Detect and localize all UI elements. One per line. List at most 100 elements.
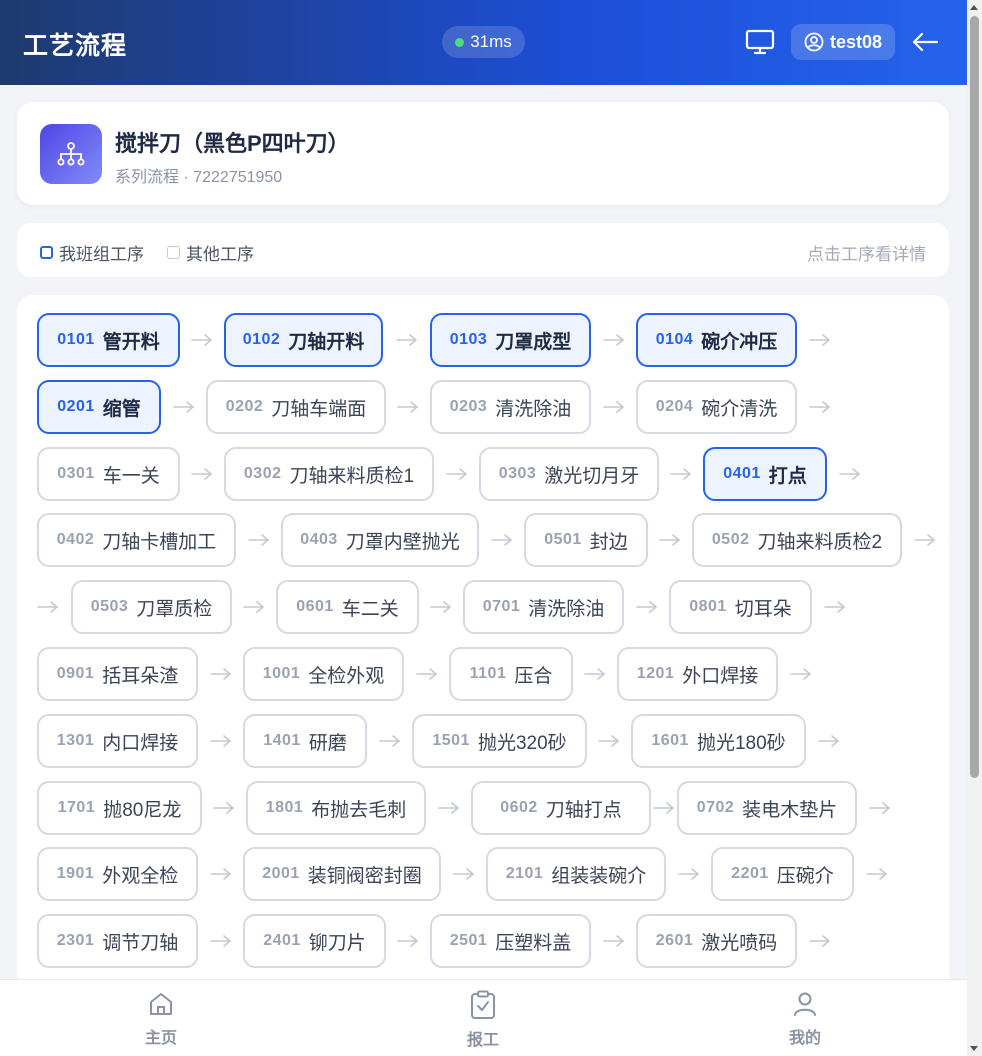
flow-arrow-icon — [824, 600, 846, 614]
process-step-1801[interactable]: 1801 布抛去毛刺 — [246, 781, 426, 835]
process-step-0501[interactable]: 0501 封边 — [524, 513, 648, 567]
flow-arrow-icon — [379, 734, 401, 748]
process-step-0204[interactable]: 0204 碗介清洗 — [636, 380, 797, 434]
step-name: 抛光180砂 — [696, 732, 786, 754]
user-circle-icon — [804, 32, 824, 52]
process-step-1301[interactable]: 1301 内口焊接 — [37, 714, 198, 768]
scrollbar[interactable] — [967, 0, 982, 1056]
flow-arrow-icon — [659, 533, 681, 547]
scroll-up-arrow[interactable] — [970, 5, 978, 10]
legend-mine-label: 我班组工序 — [59, 245, 144, 264]
step-code: 1601 — [651, 732, 689, 749]
flow-arrow-icon — [173, 400, 195, 414]
process-step-1901[interactable]: 1901 外观全检 — [37, 847, 198, 901]
process-step-0702[interactable]: 0702 装电木垫片 — [677, 781, 857, 835]
flow-arrow-icon — [603, 934, 625, 948]
process-step-2501[interactable]: 2501 压塑料盖 — [430, 914, 591, 968]
process-step-0202[interactable]: 0202 刀轴车端面 — [206, 380, 386, 434]
step-name: 刀轴开料 — [288, 331, 365, 353]
step-name: 组装装碗介 — [551, 865, 647, 887]
step-name: 管开料 — [102, 331, 160, 353]
process-step-0101[interactable]: 0101 管开料 — [37, 313, 180, 367]
process-step-0103[interactable]: 0103 刀罩成型 — [430, 313, 591, 367]
process-step-0303[interactable]: 0303 激光切月牙 — [479, 447, 659, 501]
process-step-0502[interactable]: 0502 刀轴来料质检2 — [692, 513, 902, 567]
step-code: 2401 — [263, 932, 301, 949]
monitor-icon[interactable] — [745, 29, 775, 55]
step-name: 刀罩质检 — [136, 598, 213, 620]
process-step-0201[interactable]: 0201 缩管 — [37, 380, 161, 434]
process-step-0104[interactable]: 0104 碗介冲压 — [636, 313, 797, 367]
process-step-1101[interactable]: 1101 压合 — [449, 647, 573, 701]
step-name: 括耳朵渣 — [102, 665, 179, 687]
process-step-0402[interactable]: 0402 刀轴卡槽加工 — [37, 513, 236, 567]
process-step-1601[interactable]: 1601 抛光180砂 — [631, 714, 806, 768]
step-name: 车一关 — [102, 465, 160, 487]
flow-arrow-icon — [210, 667, 232, 681]
process-step-2301[interactable]: 2301 调节刀轴 — [37, 914, 198, 968]
step-name: 布抛去毛刺 — [311, 799, 407, 821]
legend-hint: 点击工序看详情 — [807, 245, 926, 264]
flow-arrow-icon — [790, 667, 812, 681]
step-code: 2001 — [262, 865, 300, 882]
flow-arrow-icon — [678, 867, 700, 881]
process-step-2401[interactable]: 2401 铆刀片 — [243, 914, 386, 968]
nav-home[interactable]: 主页 — [121, 990, 201, 1048]
process-step-0403[interactable]: 0403 刀罩内壁抛光 — [281, 513, 479, 567]
nav-mine[interactable]: 我的 — [765, 990, 845, 1048]
process-step-1501[interactable]: 1501 抛光320砂 — [412, 714, 587, 768]
process-step-1701[interactable]: 1701 抛80尼龙 — [37, 781, 202, 835]
step-code: 0102 — [242, 331, 281, 348]
back-arrow-icon[interactable] — [911, 30, 939, 54]
process-step-0302[interactable]: 0302 刀轴来料质检1 — [224, 447, 434, 501]
process-step-2201[interactable]: 2201 压碗介 — [711, 847, 854, 901]
process-step-0602[interactable]: 0602 刀轴打点 — [471, 781, 651, 835]
step-name: 抛80尼龙 — [103, 799, 182, 821]
nav-mine-label: 我的 — [788, 1030, 821, 1047]
step-code: 1901 — [56, 865, 95, 882]
process-step-1401[interactable]: 1401 研磨 — [243, 714, 367, 768]
step-code: 0501 — [544, 531, 582, 548]
scrollbar-thumb[interactable] — [970, 16, 979, 778]
legend-bar: 我班组工序 其他工序 点击工序看详情 — [17, 223, 949, 277]
home-icon — [150, 993, 172, 1015]
step-code: 0402 — [56, 531, 95, 548]
step-code: 1101 — [469, 665, 507, 682]
username: test08 — [829, 31, 883, 52]
process-step-0503[interactable]: 0503 刀罩质检 — [71, 580, 232, 634]
flow-arrow-icon — [213, 801, 235, 815]
process-step-0401[interactable]: 0401 打点 — [703, 447, 827, 501]
step-name: 研磨 — [308, 732, 347, 754]
process-step-0102[interactable]: 0102 刀轴开料 — [224, 313, 383, 367]
process-step-1001[interactable]: 1001 全检外观 — [243, 647, 404, 701]
process-step-0801[interactable]: 0801 切耳朵 — [669, 580, 812, 634]
process-step-0601[interactable]: 0601 车二关 — [276, 580, 419, 634]
step-name: 压塑料盖 — [495, 932, 572, 954]
flow-arrow-icon — [37, 600, 59, 614]
flow-arrow-icon — [243, 600, 265, 614]
process-step-2101[interactable]: 2101 组装装碗介 — [486, 847, 666, 901]
legend-other-label: 其他工序 — [186, 245, 254, 264]
process-step-0301[interactable]: 0301 车一关 — [37, 447, 180, 501]
process-flow: 0101 管开料 0102 刀轴开料 0103 刀罩成型 0104 碗介冲压 0201 缩管 020… — [17, 295, 949, 995]
process-step-2001[interactable]: 2001 装铜阀密封圈 — [243, 847, 441, 901]
step-code: 0401 — [723, 465, 761, 482]
step-code: 0201 — [57, 398, 95, 415]
process-step-2601[interactable]: 2601 激光喷码 — [636, 914, 797, 968]
process-step-0701[interactable]: 0701 清洗除油 — [463, 580, 624, 634]
step-name: 刀轴车端面 — [271, 398, 367, 420]
product-subtitle: 系列流程 · 7222751950 — [115, 169, 283, 186]
process-step-1201[interactable]: 1201 外口焊接 — [617, 647, 778, 701]
step-name: 车二关 — [341, 598, 399, 620]
bottom-nav: 主页 报工 我的 — [0, 979, 967, 1056]
sitemap-icon — [40, 124, 102, 184]
step-name: 刀轴来料质检1 — [289, 465, 415, 487]
process-step-0901[interactable]: 0901 括耳朵渣 — [37, 647, 198, 701]
scroll-down-arrow[interactable] — [970, 1046, 978, 1051]
user-button[interactable]: test08 — [791, 24, 895, 60]
legend-other-swatch — [167, 246, 180, 259]
step-name: 切耳朵 — [734, 598, 792, 620]
nav-report[interactable]: 报工 — [443, 990, 523, 1050]
process-step-0203[interactable]: 0203 清洗除油 — [430, 380, 591, 434]
step-code: 0403 — [300, 531, 338, 548]
